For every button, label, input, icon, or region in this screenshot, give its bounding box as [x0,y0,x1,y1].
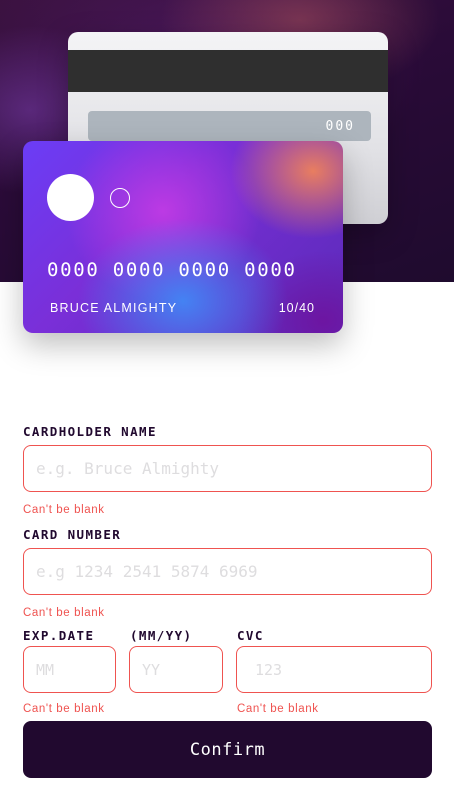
card-number-label: CARD NUMBER [23,527,122,542]
exp-date-error: Can't be blank [23,703,105,715]
cvc-error: Can't be blank [237,703,319,715]
card-number-input[interactable] [23,548,432,595]
card-back-cvc-strip: 000 [88,111,371,141]
card-front-number: 0000 0000 0000 0000 [47,259,297,281]
exp-year-input[interactable] [129,646,223,693]
card-front: 0000 0000 0000 0000 BRUCE ALMIGHTY 10/40 [23,141,343,333]
card-front-holder-name: BRUCE ALMIGHTY [50,301,178,315]
card-back-cvc: 000 [325,118,355,134]
card-logo-circle-outline-icon [110,188,130,208]
exp-month-input[interactable] [23,646,116,693]
card-details-form: CARDHOLDER NAME Can't be blank CARD NUMB… [23,424,432,715]
card-front-expiry: 10/40 [278,301,315,315]
confirm-button[interactable]: Confirm [23,721,432,778]
cardholder-name-label: CARDHOLDER NAME [23,424,157,439]
magnetic-stripe [68,50,388,92]
card-logo-circle-filled-icon [47,174,94,221]
cvc-label: CVC [237,628,264,643]
card-number-error: Can't be blank [23,607,105,619]
exp-date-label: EXP.DATE [23,628,95,643]
expiry-cvc-labels: EXP.DATE (MM/YY) CVC [23,628,432,644]
cardholder-name-error: Can't be blank [23,504,105,516]
cvc-input[interactable] [236,646,432,693]
exp-date-format-label: (MM/YY) [130,628,193,643]
cardholder-name-input[interactable] [23,445,432,492]
